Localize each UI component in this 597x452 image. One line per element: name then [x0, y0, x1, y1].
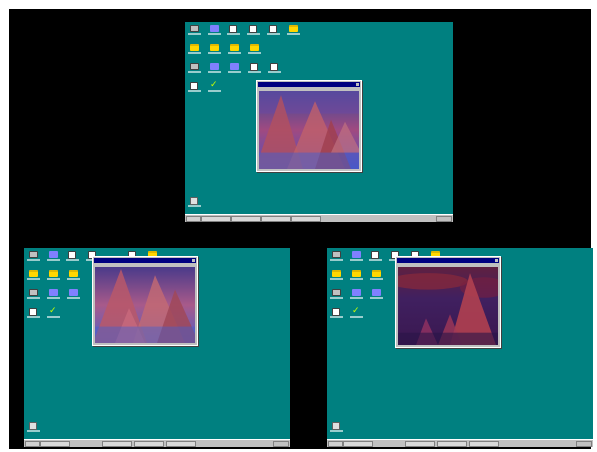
desktop-bottom-right: ✓	[327, 248, 593, 447]
close-icon[interactable]	[356, 83, 359, 86]
network-icon[interactable]	[47, 251, 60, 261]
computer-icon[interactable]	[27, 289, 40, 299]
check-icon[interactable]: ✓	[208, 81, 221, 92]
recycle-bin-icon[interactable]	[27, 422, 40, 432]
check-icon[interactable]: ✓	[350, 307, 363, 318]
taskbar-button[interactable]	[102, 441, 132, 447]
taskbar-button[interactable]	[134, 441, 164, 447]
document-icon[interactable]	[248, 63, 261, 73]
network-icon[interactable]	[350, 289, 363, 299]
taskbar-button[interactable]	[201, 216, 231, 222]
taskbar-button[interactable]	[261, 216, 291, 222]
document-icon[interactable]	[330, 308, 343, 318]
document-icon[interactable]	[188, 82, 201, 92]
network-icon[interactable]	[208, 25, 221, 35]
scene-image	[259, 91, 359, 169]
document-icon[interactable]	[227, 25, 240, 35]
scene-image	[95, 267, 195, 343]
my-computer-icon[interactable]	[27, 251, 40, 261]
taskbar	[24, 439, 290, 447]
document-icon[interactable]	[369, 251, 382, 261]
globe-icon[interactable]	[370, 289, 383, 299]
folder-icon[interactable]	[330, 270, 343, 280]
title-bar[interactable]	[94, 258, 196, 263]
folder-icon[interactable]	[228, 44, 241, 54]
taskbar-button[interactable]	[166, 441, 196, 447]
system-tray[interactable]	[436, 216, 452, 222]
globe-icon[interactable]	[67, 289, 80, 299]
folder-icon[interactable]	[67, 270, 80, 280]
network-icon[interactable]	[208, 63, 221, 73]
computer-icon[interactable]	[188, 63, 201, 73]
scene-image	[398, 267, 498, 345]
system-tray[interactable]	[576, 441, 592, 447]
viewer-window[interactable]	[92, 256, 198, 346]
globe-icon[interactable]	[228, 63, 241, 73]
document-icon[interactable]	[66, 251, 79, 261]
check-icon[interactable]: ✓	[47, 307, 60, 318]
rendered-scene	[95, 267, 195, 343]
recycle-bin-icon[interactable]	[188, 197, 201, 207]
start-button[interactable]	[186, 216, 201, 222]
start-button[interactable]	[328, 441, 343, 447]
viewer-window[interactable]	[256, 80, 362, 172]
desktop-bottom-left: ✓	[24, 248, 290, 447]
taskbar-button[interactable]	[437, 441, 467, 447]
taskbar	[185, 214, 453, 222]
recycle-bin-icon[interactable]	[330, 422, 343, 432]
document-icon[interactable]	[247, 25, 260, 35]
start-button[interactable]	[25, 441, 40, 447]
title-bar[interactable]	[397, 258, 499, 263]
taskbar	[327, 439, 593, 447]
close-icon[interactable]	[192, 259, 195, 262]
viewer-window[interactable]	[395, 256, 501, 348]
folder-icon[interactable]	[370, 270, 383, 280]
document-icon[interactable]	[27, 308, 40, 318]
network-icon[interactable]	[350, 251, 363, 261]
my-computer-icon[interactable]	[188, 25, 201, 35]
folder-icon[interactable]	[27, 270, 40, 280]
computer-icon[interactable]	[330, 289, 343, 299]
taskbar-button[interactable]	[291, 216, 321, 222]
folder-icon[interactable]	[248, 44, 261, 54]
taskbar-button[interactable]	[469, 441, 499, 447]
folder-icon[interactable]	[47, 270, 60, 280]
pen-icon[interactable]	[267, 25, 280, 35]
system-tray[interactable]	[273, 441, 289, 447]
title-bar[interactable]	[258, 82, 360, 87]
desktop-top: ✓	[185, 22, 453, 222]
taskbar-button[interactable]	[405, 441, 435, 447]
taskbar-button[interactable]	[40, 441, 70, 447]
document-icon[interactable]	[268, 63, 281, 73]
close-icon[interactable]	[495, 259, 498, 262]
folder-icon[interactable]	[208, 44, 221, 54]
folder-icon[interactable]	[287, 25, 300, 35]
folder-icon[interactable]	[350, 270, 363, 280]
taskbar-button[interactable]	[231, 216, 261, 222]
taskbar-button[interactable]	[343, 441, 373, 447]
rendered-scene	[259, 91, 359, 169]
rendered-scene	[398, 267, 498, 345]
my-computer-icon[interactable]	[330, 251, 343, 261]
folder-icon[interactable]	[188, 44, 201, 54]
network-icon[interactable]	[47, 289, 60, 299]
